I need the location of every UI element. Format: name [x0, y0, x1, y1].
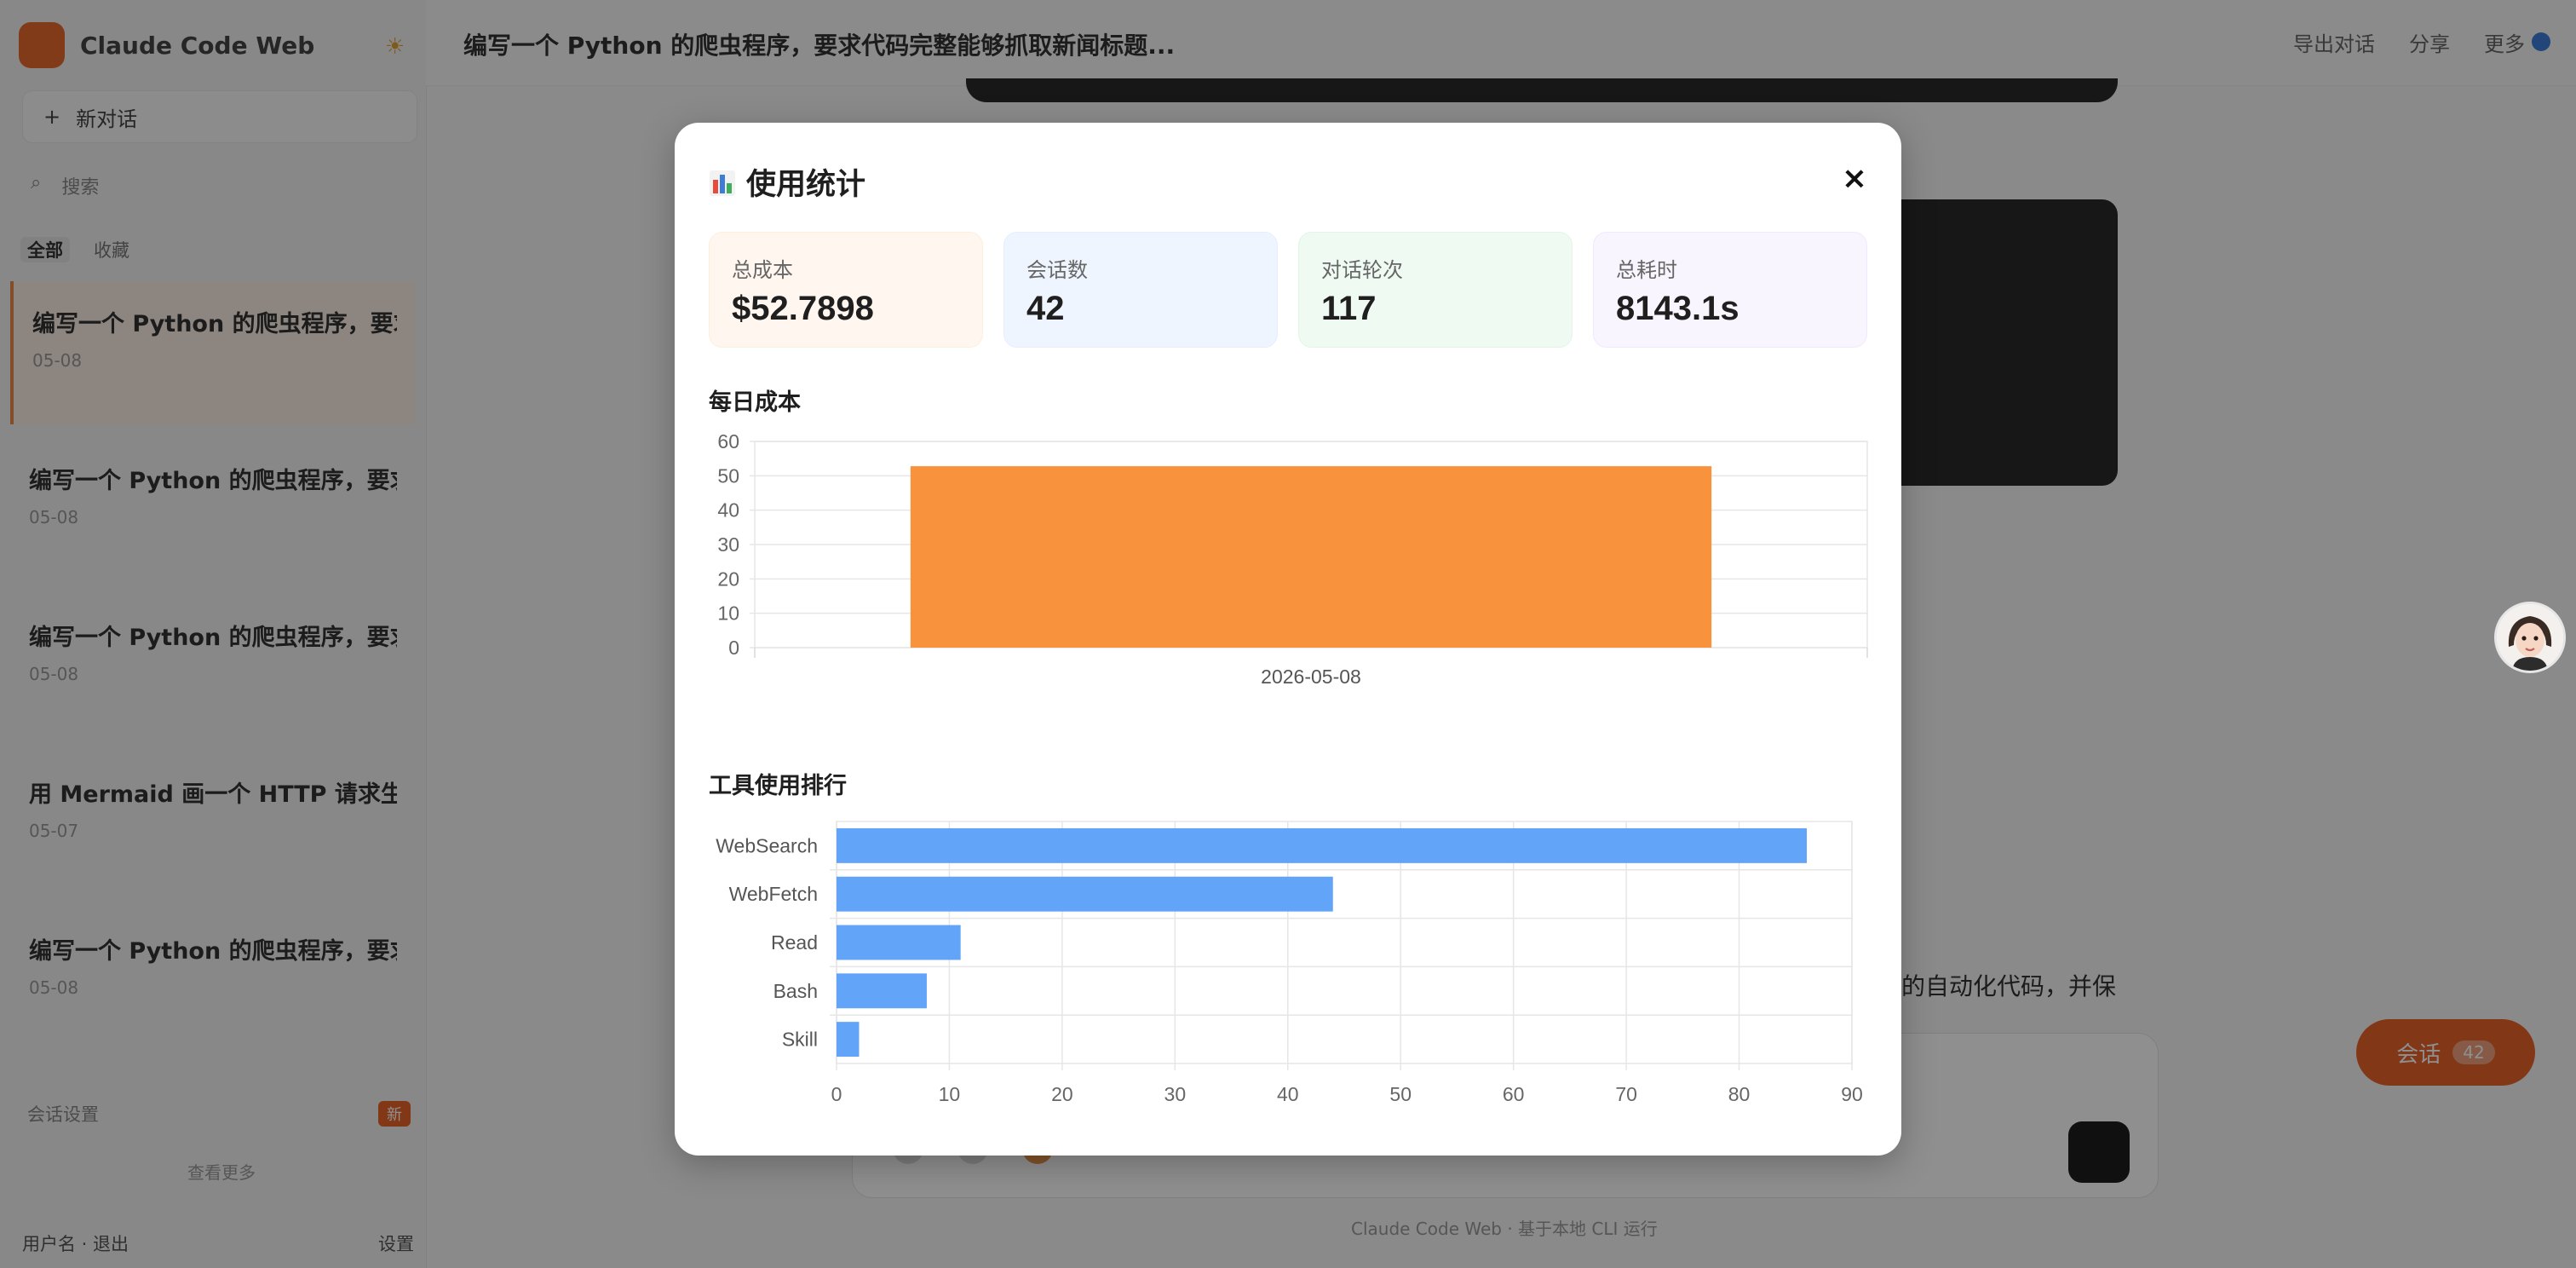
- tool-rank-title: 工具使用排行: [709, 773, 847, 799]
- daily-cost-title: 每日成本: [709, 389, 801, 416]
- x-tick-label: 70: [1615, 1083, 1637, 1105]
- close-icon[interactable]: ×: [1842, 164, 1867, 194]
- bar-chart-icon: [710, 170, 735, 196]
- stat-value: $52.7898: [732, 290, 874, 327]
- y-tick-label: 10: [717, 602, 739, 625]
- stat-card-total-cost: 总成本 $52.7898: [709, 232, 983, 348]
- bar-tool-usage: [837, 925, 961, 960]
- modal-title: 使用统计: [709, 160, 865, 204]
- bar-tool-usage: [837, 973, 927, 1009]
- daily-cost-chart: 0 10 20 30 40 50 60 2026-05-08: [717, 430, 1868, 688]
- bar-tool-usage: [837, 876, 1333, 912]
- bar-tool-usage: [837, 1022, 860, 1058]
- x-tick-label: 40: [1277, 1083, 1299, 1105]
- bar-tool-usage: [837, 827, 1808, 863]
- stat-value: 8143.1s: [1616, 290, 1739, 327]
- stat-card-turns: 对话轮次 117: [1298, 232, 1573, 348]
- x-tick-label: 2026-05-08: [1261, 666, 1361, 688]
- stat-card-duration: 总耗时 8143.1s: [1593, 232, 1867, 348]
- y-tick-label: 50: [717, 464, 739, 487]
- stat-label: 总成本: [732, 258, 793, 282]
- stat-label: 总耗时: [1616, 258, 1677, 282]
- x-tick-label: 90: [1841, 1083, 1863, 1105]
- y-tick-label: 30: [717, 533, 739, 556]
- assistant-avatar[interactable]: [2494, 602, 2566, 673]
- stat-card-sessions: 会话数 42: [1003, 232, 1278, 348]
- summary-cards: 总成本 $52.7898 会话数 42 对话轮次 117 总耗时 8143.1s: [709, 232, 1867, 348]
- y-tick-label: Skill: [782, 1029, 818, 1051]
- y-tick-label: 20: [717, 568, 739, 590]
- usage-stats-modal: 使用统计 × 总成本 $52.7898 会话数 42 对话轮次 117 总耗时 …: [675, 123, 1901, 1156]
- x-tick-label: 80: [1728, 1083, 1751, 1105]
- y-tick-label: 60: [717, 430, 739, 452]
- modal-title-text: 使用统计: [746, 168, 866, 202]
- y-tick-label: Bash: [773, 980, 818, 1002]
- x-tick-label: 50: [1389, 1083, 1412, 1105]
- bar-daily-cost: [910, 466, 1712, 648]
- stat-label: 会话数: [1026, 258, 1088, 282]
- y-tick-label: 0: [728, 637, 739, 659]
- y-tick-label: WebFetch: [729, 883, 818, 905]
- y-tick-label: 40: [717, 499, 739, 522]
- x-tick-label: 0: [831, 1083, 842, 1105]
- x-tick-label: 10: [939, 1083, 961, 1105]
- y-tick-label: Read: [771, 931, 818, 954]
- stat-label: 对话轮次: [1321, 258, 1403, 282]
- y-tick-label: WebSearch: [716, 834, 818, 856]
- x-tick-label: 60: [1503, 1083, 1525, 1105]
- x-tick-label: 20: [1051, 1083, 1073, 1105]
- avatar-face-icon: [2497, 604, 2563, 671]
- x-tick-label: 30: [1164, 1083, 1187, 1105]
- stat-value: 117: [1321, 290, 1377, 327]
- stat-value: 42: [1026, 290, 1065, 327]
- tool-usage-chart: 0 10 20 30 40 50 60 70 80 90 WebSearch WebFetch Read…: [716, 821, 1863, 1105]
